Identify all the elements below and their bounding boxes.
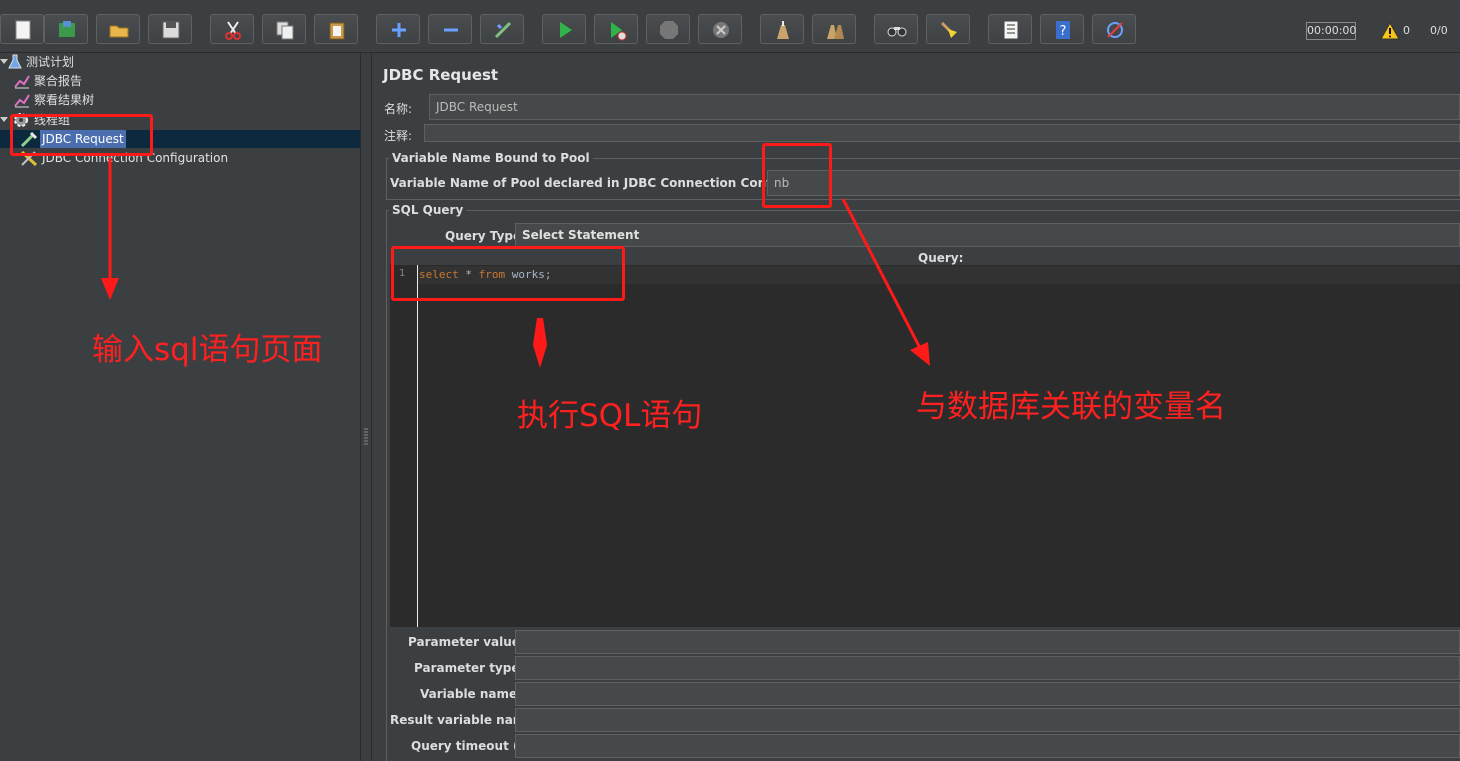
clear-all-button[interactable] (812, 14, 856, 44)
clear-all-icon (827, 25, 844, 39)
start-no-pause-button[interactable] (594, 14, 638, 44)
reset-search-icon (940, 21, 957, 38)
collapse-button[interactable] (428, 14, 472, 44)
name-label: 名称: (384, 102, 413, 116)
clear-button[interactable] (760, 14, 804, 44)
param-values-label: Parameter values: (408, 635, 532, 649)
annotation-text-middle: 执行SQL语句 (517, 398, 703, 434)
expand-triangle-icon (0, 59, 8, 64)
annotation-box-query (391, 246, 625, 301)
pool-group-title: Variable Name Bound to Pool (389, 151, 593, 165)
templates-icon (59, 21, 75, 37)
collapse-icon (444, 28, 458, 32)
paste-icon (329, 22, 345, 40)
function-helper-button[interactable] (988, 14, 1032, 44)
toolbar: ? (0, 6, 1460, 53)
remote-button[interactable] (1092, 14, 1136, 44)
paste-button[interactable] (314, 14, 358, 44)
variable-names-label: Variable names: (420, 687, 530, 701)
graph-icon (14, 75, 30, 89)
result-variable-field[interactable] (515, 708, 1460, 732)
search-icon (887, 27, 907, 37)
param-values-field[interactable] (515, 630, 1460, 654)
search-button[interactable] (874, 14, 918, 44)
pool-variable-field[interactable]: nb (767, 170, 1460, 196)
tree-item-aggregate-report[interactable]: 聚合报告 (0, 72, 360, 90)
tree-item-test-plan[interactable]: 测试计划 (0, 53, 360, 71)
query-type-select[interactable]: Select Statement (515, 223, 1460, 247)
query-type-label: Query Type: (445, 229, 526, 243)
query-timeout-field[interactable] (515, 734, 1460, 758)
save-icon (162, 21, 180, 39)
shutdown-button[interactable] (698, 14, 742, 44)
comment-field[interactable] (424, 124, 1460, 142)
copy-button[interactable] (262, 14, 306, 44)
cut-button[interactable] (210, 14, 254, 44)
active-threads: 0/0 (1430, 24, 1448, 37)
elapsed-timer: 00:00:00 (1306, 22, 1356, 40)
query-header: Query: (918, 251, 964, 265)
tree-label: 察看结果树 (34, 93, 95, 107)
tree-item-view-results-tree[interactable]: 察看结果树 (0, 91, 360, 109)
open-icon (109, 25, 129, 38)
variable-names-field[interactable] (515, 682, 1460, 706)
toggle-button[interactable] (480, 14, 524, 44)
expand-icon (392, 23, 406, 37)
svg-text:?: ? (1060, 24, 1067, 39)
shutdown-icon (713, 22, 729, 38)
reset-search-button[interactable] (926, 14, 970, 44)
graph-icon (14, 94, 30, 108)
cut-icon (225, 21, 241, 40)
start-button[interactable] (542, 14, 586, 44)
templates-button[interactable] (44, 14, 88, 44)
stop-icon (660, 21, 678, 39)
split-pane-divider[interactable] (360, 53, 372, 761)
flask-icon (8, 54, 22, 69)
line-number-gutter (390, 265, 418, 627)
sql-editor[interactable] (390, 265, 1460, 627)
warning-icon[interactable] (1380, 22, 1400, 40)
save-button[interactable] (148, 14, 192, 44)
comment-label: 注释: (384, 129, 413, 143)
annotation-text-left: 输入sql语句页面 (92, 332, 323, 368)
remote-icon (1107, 22, 1123, 38)
stop-button[interactable] (646, 14, 690, 44)
param-types-label: Parameter types: (414, 661, 532, 675)
annotation-box-pool (762, 143, 832, 208)
copy-icon (276, 21, 294, 40)
function-helper-icon (1003, 20, 1019, 40)
warning-count: 0 (1403, 24, 1410, 37)
sql-group-title: SQL Query (389, 203, 467, 217)
panel-title: JDBC Request (383, 66, 499, 84)
annotation-box-tree (10, 114, 153, 156)
start-icon (560, 22, 572, 38)
help-icon: ? (1056, 21, 1070, 39)
new-button[interactable] (0, 14, 44, 44)
clear-icon (777, 21, 789, 39)
open-button[interactable] (96, 14, 140, 44)
tree-label: 聚合报告 (34, 74, 83, 88)
expand-button[interactable] (376, 14, 420, 44)
new-icon (15, 20, 31, 40)
grip-icon (364, 428, 368, 445)
annotation-text-right: 与数据库关联的变量名 (916, 389, 1226, 425)
test-plan-tree: 测试计划 聚合报告 察看结果树 线程组 JDBC Request JDBC Co… (0, 53, 360, 761)
help-button[interactable]: ? (1040, 14, 1084, 44)
expand-triangle-icon (0, 117, 8, 122)
param-types-field[interactable] (515, 656, 1460, 680)
start-no-pause-icon (611, 22, 627, 41)
toggle-icon (494, 21, 512, 39)
name-field[interactable]: JDBC Request (429, 94, 1460, 120)
tree-label: 测试计划 (26, 55, 75, 69)
